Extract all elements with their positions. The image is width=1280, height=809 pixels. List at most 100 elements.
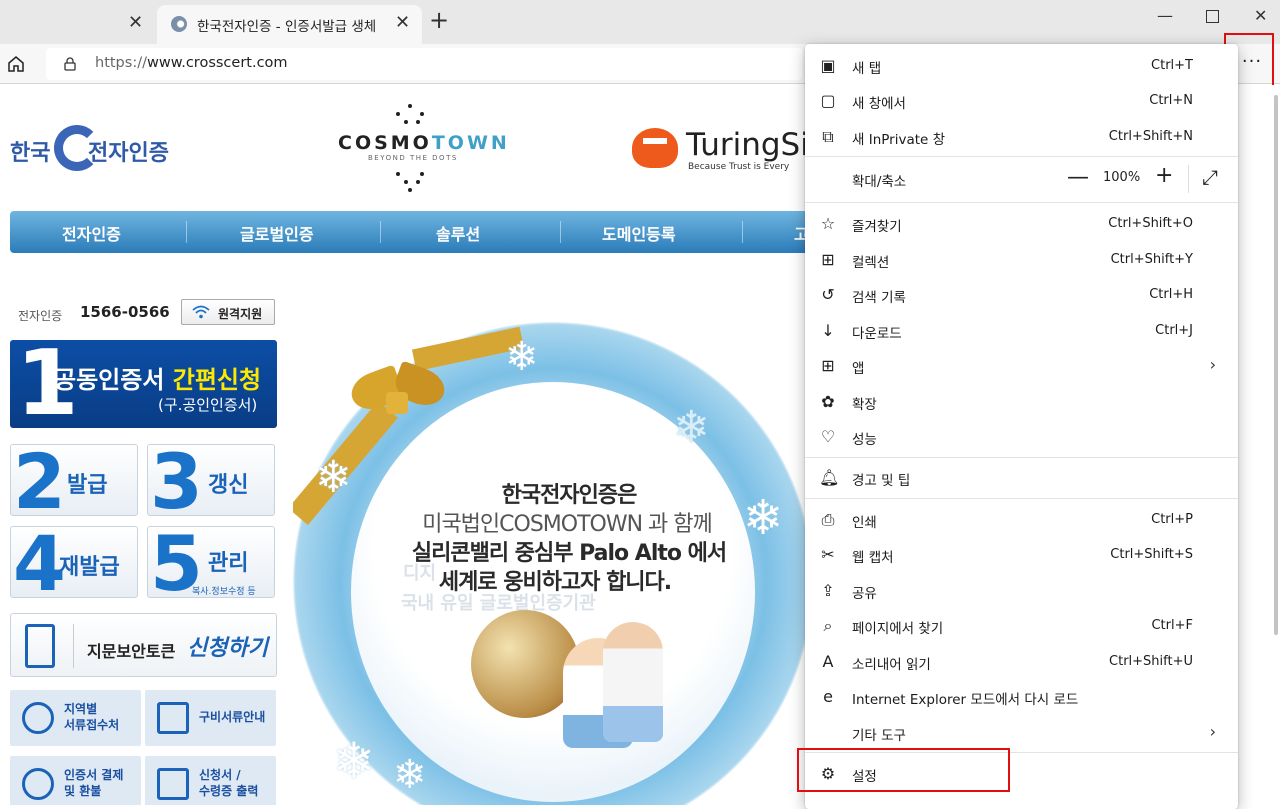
fingerprint-token-icon xyxy=(25,624,55,668)
renew-button[interactable]: 3 갱신 xyxy=(147,437,275,526)
step-number: 3 xyxy=(150,437,203,526)
menu-shortcut: Ctrl+Shift+U xyxy=(1109,654,1193,669)
menu-item-inprivate[interactable]: ⧉ 새 InPrivate 창 Ctrl+Shift+N xyxy=(805,119,1238,154)
tab-active[interactable]: 한국전자인증 - 인증서발급 생체 ✕ xyxy=(157,5,422,44)
phone-label: 전자인증 xyxy=(18,309,63,323)
tab-bar: ✕ 한국전자인증 - 인증서발급 생체 ✕ + — ✕ xyxy=(0,0,1280,44)
performance-icon: ♡ xyxy=(820,427,836,446)
cosmotown-logo[interactable]: COSMOTOWN BEYOND THE DOTS xyxy=(338,100,507,195)
menu-item-new-window[interactable]: ▢ 새 창에서 Ctrl+N xyxy=(805,83,1238,118)
snowflake-icon: ❄ xyxy=(333,732,375,790)
menu-label: 새 탭 xyxy=(852,61,882,77)
maximize-icon[interactable] xyxy=(1206,10,1219,23)
menu-item-new-tab[interactable]: ▣ 새 탭 Ctrl+T xyxy=(805,48,1238,83)
menu-label: 기타 도구 xyxy=(852,728,906,744)
zoom-in-button[interactable]: + xyxy=(1155,163,1173,188)
fullscreen-icon[interactable]: ⤢ xyxy=(1202,165,1218,189)
nav-item-domain[interactable]: 도메인등록 xyxy=(602,221,676,245)
snowflake-icon: ❄ xyxy=(393,752,427,798)
menu-item-alerts[interactable]: 🔔︎ 경고 및 팁 xyxy=(805,460,1238,495)
menu-label: 경고 및 팁 xyxy=(852,473,911,489)
inprivate-icon: ⧉ xyxy=(822,127,834,146)
page-scrollbar[interactable] xyxy=(1272,85,1280,645)
support-phone-row: 전자인증 1566-0566 원격지원 xyxy=(18,298,288,326)
web-capture-icon: ✂ xyxy=(821,545,835,564)
close-tab-icon[interactable]: ✕ xyxy=(128,12,143,33)
menu-item-find[interactable]: ⌕ 페이지에서 찾기 Ctrl+F xyxy=(805,608,1238,643)
menu-item-share[interactable]: ⇪ 공유 xyxy=(805,573,1238,608)
tile-label: 갱신 xyxy=(208,473,249,498)
menu-item-performance[interactable]: ♡ 성능 xyxy=(805,419,1238,454)
menu-item-collections[interactable]: ⊞ 컬렉션 Ctrl+Shift+Y xyxy=(805,242,1238,277)
tile-label: 발급 xyxy=(67,473,108,498)
menu-shortcut: Ctrl+T xyxy=(1151,58,1193,73)
crosscert-logo[interactable]: 한국 전자인증 xyxy=(10,125,190,173)
menu-label: 성능 xyxy=(852,432,877,448)
menu-item-print[interactable]: ⎙ 인쇄 Ctrl+P xyxy=(805,502,1238,537)
new-tab-plus-icon[interactable]: + xyxy=(429,8,449,32)
banner-line-3: 실리콘밸리 중심부 Palo Alto 에서 xyxy=(411,541,727,566)
menu-label: 다운로드 xyxy=(852,326,902,342)
menu-item-read-aloud[interactable]: A 소리내어 읽기 Ctrl+Shift+U xyxy=(805,644,1238,679)
menu-shortcut: Ctrl+Shift+O xyxy=(1108,216,1193,231)
minimize-icon[interactable]: — xyxy=(1157,6,1173,25)
menu-item-web-capture[interactable]: ✂ 웹 캡처 Ctrl+Shift+S xyxy=(805,537,1238,572)
banner-line-4: 세계로 웅비하고자 합니다. xyxy=(438,570,672,595)
menu-shortcut: Ctrl+P xyxy=(1151,512,1193,527)
menu-item-extensions[interactable]: ✿ 확장 xyxy=(805,384,1238,419)
collections-icon: ⊞ xyxy=(821,250,835,269)
globe-icon xyxy=(22,702,54,734)
menu-item-downloads[interactable]: ↓ 다운로드 Ctrl+J xyxy=(805,313,1238,348)
lock-icon[interactable] xyxy=(64,57,76,71)
payment-refund-button[interactable]: 인증서 결제 및 환불 xyxy=(10,756,141,805)
cosmotown-wordmark: COSMOTOWN xyxy=(338,132,510,154)
close-tab-icon[interactable]: ✕ xyxy=(395,12,410,33)
required-docs-button[interactable]: 구비서류안내 xyxy=(145,690,276,746)
extensions-icon: ✿ xyxy=(821,392,835,411)
read-aloud-icon: A xyxy=(822,652,834,671)
manage-button[interactable]: 5 관리 복사.정보수정 등 xyxy=(147,519,275,608)
turingsign-logo[interactable]: TuringSig Because Trust is Every xyxy=(632,125,832,175)
menu-label: 앱 xyxy=(852,361,865,377)
history-icon: ↺ xyxy=(821,285,835,304)
tile-sublabel: 복사.정보수정 등 xyxy=(192,587,256,597)
fingerprint-token-button[interactable]: 지문보안토큰 신청하기 xyxy=(10,613,277,677)
menu-item-favorites[interactable]: ☆ 즐겨찾기 Ctrl+Shift+O xyxy=(805,206,1238,241)
nav-item-solution[interactable]: 솔루션 xyxy=(436,221,480,245)
window-close-icon[interactable]: ✕ xyxy=(1254,6,1267,25)
snowflake-icon: ❄ xyxy=(505,334,539,380)
promo-banner[interactable]: ❄ ❄ ❄ ❄ ❄ ❄ 디지 국내 유일 글로벌인증기관 한국전자인증은 미국법… xyxy=(293,322,805,805)
tab-title: 한국전자인증 - 인증서발급 생체 xyxy=(197,19,377,35)
nav-item-certificate[interactable]: 전자인증 xyxy=(62,221,121,245)
menu-shortcut: Ctrl+N xyxy=(1149,93,1193,108)
gift-bow-image xyxy=(341,352,451,452)
download-icon: ↓ xyxy=(821,321,835,340)
logo-text-right: 전자인증 xyxy=(88,141,169,166)
snowflake-icon: ❄ xyxy=(673,402,710,453)
tab-previous[interactable]: ✕ xyxy=(0,4,156,44)
print-form-button[interactable]: 신청서 / 수령증 출력 xyxy=(145,756,276,805)
nav-item-global[interactable]: 글로벌인증 xyxy=(240,221,314,245)
turing-tagline: Because Trust is Every xyxy=(688,162,790,172)
menu-label: 공유 xyxy=(852,586,877,602)
menu-item-ie-mode[interactable]: e Internet Explorer 모드에서 다시 로드 xyxy=(805,679,1238,714)
menu-shortcut: Ctrl+H xyxy=(1149,287,1193,302)
fingerprint-label: 지문보안토큰 xyxy=(87,642,176,661)
menu-item-more-tools[interactable]: 기타 도구 › xyxy=(805,715,1238,750)
url-field[interactable]: https://www.crosscert.com xyxy=(46,48,802,80)
reissue-button[interactable]: 4 재발급 xyxy=(10,519,138,608)
favorites-icon: ☆ xyxy=(820,214,836,233)
easy-apply-button[interactable]: 1 공동인증서 간편신청 (구.공인인증서) xyxy=(10,334,277,434)
find-icon: ⌕ xyxy=(823,616,833,635)
menu-item-history[interactable]: ↺ 검색 기록 Ctrl+H xyxy=(805,277,1238,312)
menu-shortcut: Ctrl+Shift+N xyxy=(1108,129,1193,144)
regional-office-button[interactable]: 지역별 서류접수처 xyxy=(10,690,141,746)
menu-label: 인쇄 xyxy=(852,515,877,531)
home-icon[interactable] xyxy=(6,54,26,74)
menu-shortcut: Ctrl+J xyxy=(1155,323,1193,338)
remote-support-button[interactable]: 원격지원 xyxy=(181,299,275,325)
issue-button[interactable]: 2 발급 xyxy=(10,437,138,526)
menu-item-apps[interactable]: ⊞ 앱 › xyxy=(805,348,1238,383)
banner-line-2: 미국법인COSMOTOWN 과 함께 xyxy=(422,512,713,537)
zoom-out-button[interactable]: — xyxy=(1067,165,1089,190)
